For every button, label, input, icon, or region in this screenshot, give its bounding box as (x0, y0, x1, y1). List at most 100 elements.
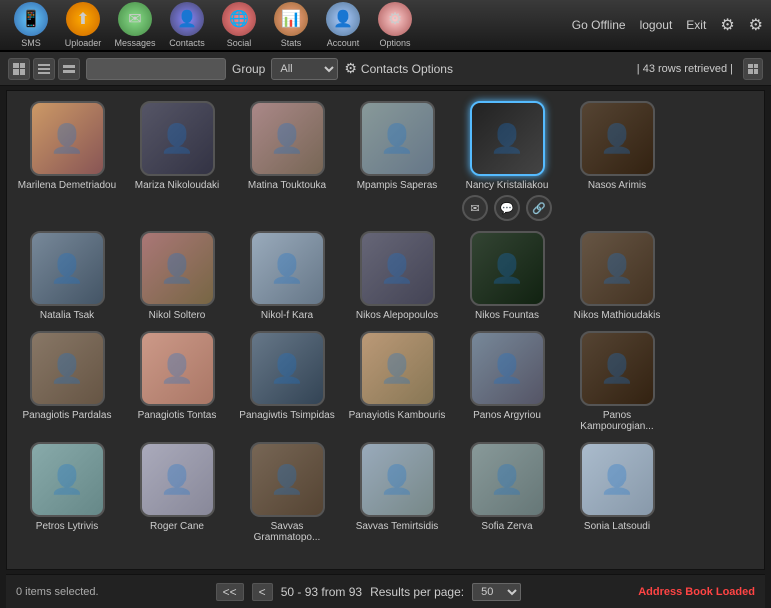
go-offline-button[interactable]: Go Offline (572, 18, 626, 32)
view-grid-button[interactable] (8, 58, 30, 80)
bottom-bar: 0 items selected. << < 50 - 93 from 93 R… (6, 574, 765, 608)
contact-name-9: Nikol-f Kara (261, 310, 313, 321)
contact-photo-24: 👤 (580, 442, 655, 517)
contact-photo-18: 👤 (580, 331, 655, 406)
nav-account[interactable]: 👤 Account (320, 2, 366, 48)
chat-action-button[interactable]: 💬 (494, 195, 520, 221)
contact-item-13[interactable]: 👤Panagiotis Pardalas (17, 331, 117, 432)
contact-photo-12: 👤 (580, 231, 655, 306)
nav-account-label: Account (327, 38, 360, 48)
view-list-button[interactable] (33, 58, 55, 80)
nav-icons: 📱 SMS ⬆ Uploader ✉ Messages 👤 Contacts 🌐… (8, 2, 418, 48)
view-detail-button[interactable] (58, 58, 80, 80)
contact-name-14: Panagiotis Tontas (138, 410, 217, 421)
contact-item-2[interactable]: 👤Mariza Nikoloudaki (127, 101, 227, 221)
exit-button[interactable]: Exit (686, 18, 706, 32)
nav-social[interactable]: 🌐 Social (216, 2, 262, 48)
contact-photo-2: 👤 (140, 101, 215, 176)
uploader-icon: ⬆ (66, 2, 100, 36)
nav-messages[interactable]: ✉ Messages (112, 2, 158, 48)
contact-item-4[interactable]: 👤 Mpampis Saperas (347, 101, 447, 221)
contacts-options-label: Contacts Options (361, 62, 453, 76)
nav-options[interactable]: ⚙ Options (372, 2, 418, 48)
contact-name-12: Nikos Mathioudakis (574, 310, 661, 321)
contact-photo-4: 👤 (360, 101, 435, 176)
contact-item-8[interactable]: 👤Nikol Soltero (127, 231, 227, 321)
nav-sms[interactable]: 📱 SMS (8, 2, 54, 48)
settings2-icon[interactable]: ⚙ (749, 15, 763, 35)
view-icons (8, 58, 80, 80)
contact-name-4: Mpampis Saperas (357, 180, 438, 191)
contact-item-17[interactable]: 👤Panos Argyriou (457, 331, 557, 432)
contact-item-16[interactable]: 👤Panayiotis Kambouris (347, 331, 447, 432)
page-first-button[interactable]: << (216, 583, 244, 601)
contact-photo-14: 👤 (140, 331, 215, 406)
contact-item-18[interactable]: 👤 Panos Kampourogian... (567, 331, 667, 432)
nav-uploader[interactable]: ⬆ Uploader (60, 2, 106, 48)
contact-item-6[interactable]: 👤 Nasos Arimis (567, 101, 667, 221)
contact-photo-23: 👤 (470, 442, 545, 517)
contact-item-22[interactable]: 👤Savvas Temirtsidis (347, 442, 447, 543)
contact-item-11[interactable]: 👤Nikos Fountas (457, 231, 557, 321)
expand-grid-button[interactable] (743, 58, 763, 80)
contact-name-23: Sofia Zerva (481, 521, 532, 532)
contact-name-13: Panagiotis Pardalas (23, 410, 112, 421)
contact-item-5[interactable]: 👤Nancy Kristaliakou✉💬🔗 (457, 101, 557, 221)
page-range: 50 - 93 from 93 (281, 585, 362, 599)
logout-button[interactable]: logout (640, 18, 673, 32)
contact-item-15[interactable]: 👤Panagiwtis Tsimpidas (237, 331, 337, 432)
nav-social-label: Social (227, 38, 252, 48)
contact-name-24: Sonia Latsoudi (584, 521, 650, 532)
contact-item-12[interactable]: 👤 Nikos Mathioudakis (567, 231, 667, 321)
rows-info: | 43 rows retrieved | (637, 63, 733, 75)
contact-photo-8: 👤 (140, 231, 215, 306)
contact-item-21[interactable]: 👤Savvas Grammatopo... (237, 442, 337, 543)
contact-name-18: Panos Kampourogian... (567, 410, 667, 432)
contact-name-6: Nasos Arimis (588, 180, 646, 191)
contact-item-24[interactable]: 👤 Sonia Latsoudi (567, 442, 667, 543)
pagination: << < 50 - 93 from 93 Results per page: 2… (216, 583, 521, 601)
contact-photo-6: 👤 (580, 101, 655, 176)
page-prev-button[interactable]: < (252, 583, 273, 601)
link-action-button[interactable]: 🔗 (526, 195, 552, 221)
nav-contacts[interactable]: 👤 Contacts (164, 2, 210, 48)
contact-photo-1: 👤 (30, 101, 105, 176)
contact-item-20[interactable]: 👤Roger Cane (127, 442, 227, 543)
contact-item-9[interactable]: 👤 Nikol-f Kara (237, 231, 337, 321)
contact-photo-9: 👤 (250, 231, 325, 306)
contact-name-19: Petros Lytrivis (36, 521, 98, 532)
contact-item-10[interactable]: 👤Nikos Alepopoulos (347, 231, 447, 321)
settings-icon[interactable]: ⚙ (720, 15, 734, 35)
nav-options-label: Options (379, 38, 410, 48)
main-area: 👤Marilena Demetriadou👤Mariza Nikoloudaki… (6, 90, 765, 570)
contact-name-20: Roger Cane (150, 521, 204, 532)
top-nav: 📱 SMS ⬆ Uploader ✉ Messages 👤 Contacts 🌐… (0, 0, 771, 52)
contacts-options-button[interactable]: ⚙ Contacts Options (344, 60, 453, 77)
contact-name-5: Nancy Kristaliakou (466, 180, 549, 191)
nav-stats-label: Stats (281, 38, 302, 48)
contact-actions-5: ✉💬🔗 (462, 195, 552, 221)
group-select[interactable]: All Friends Family Work Other (271, 58, 338, 80)
results-per-page-select[interactable]: 25 50 100 (472, 583, 521, 601)
contacts-options-icon: ⚙ (344, 60, 357, 77)
contact-item-14[interactable]: 👤 Panagiotis Tontas (127, 331, 227, 432)
search-input[interactable] (86, 58, 226, 80)
contact-name-15: Panagiwtis Tsimpidas (239, 410, 334, 421)
contacts-icon: 👤 (170, 2, 204, 36)
contact-item-19[interactable]: 👤 Petros Lytrivis (17, 442, 117, 543)
items-selected: 0 items selected. (16, 586, 99, 598)
messages-icon: ✉ (118, 2, 152, 36)
contact-photo-3: 👤 (250, 101, 325, 176)
contact-item-23[interactable]: 👤 Sofia Zerva (457, 442, 557, 543)
contact-item-7[interactable]: 👤Natalia Tsak (17, 231, 117, 321)
email-action-button[interactable]: ✉ (462, 195, 488, 221)
nav-stats[interactable]: 📊 Stats (268, 2, 314, 48)
contact-name-3: Matina Touktouka (248, 180, 326, 191)
contact-name-11: Nikos Fountas (475, 310, 539, 321)
contact-item-3[interactable]: 👤 Matina Touktouka (237, 101, 337, 221)
nav-messages-label: Messages (114, 38, 155, 48)
options-icon: ⚙ (378, 2, 412, 36)
contact-photo-21: 👤 (250, 442, 325, 517)
contact-photo-19: 👤 (30, 442, 105, 517)
contact-item-1[interactable]: 👤Marilena Demetriadou (17, 101, 117, 221)
